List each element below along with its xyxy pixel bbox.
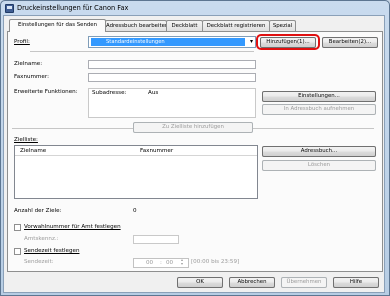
- profile-dropdown[interactable]: Standardeinstellungen ▾: [88, 36, 256, 48]
- tab-special[interactable]: Spezial: [269, 20, 296, 31]
- send-time-hours: 00: [146, 260, 154, 266]
- window-title: Druckeinstellungen für Canon Fax: [17, 4, 129, 12]
- fax-number-input[interactable]: [88, 73, 256, 82]
- send-time-spinner[interactable]: 00 : 00 ▴ ▾: [133, 258, 189, 268]
- column-header-recipient[interactable]: Zielname: [15, 146, 135, 156]
- fax-number-label: Faxnummer:: [14, 74, 49, 80]
- title-bar[interactable]: Druckeinstellungen für Canon Fax: [5, 3, 385, 15]
- destination-list-header: Zielname Faxnummer: [15, 146, 257, 156]
- add-to-list-button[interactable]: Zu Zielliste hinzufügen: [133, 122, 253, 133]
- destination-list-label: Zielliste:: [14, 137, 38, 143]
- add-profile-button[interactable]: Hinzufügen(1)...: [260, 37, 316, 48]
- outside-line-checkbox[interactable]: [14, 224, 21, 231]
- outside-line-checkbox-label: Vorwahlnummer für Amt festlegen: [24, 224, 121, 230]
- cancel-button[interactable]: Abbrechen: [229, 277, 275, 288]
- send-time-field-label: Sendezeit:: [24, 259, 54, 265]
- settings-button[interactable]: Einstellungen...: [262, 91, 376, 102]
- send-time-checkbox-label: Sendezeit festlegen: [24, 248, 80, 254]
- subaddress-label: Subadresse:: [92, 90, 127, 96]
- save-to-addressbook-button[interactable]: In Adressbuch aufnehmen: [262, 104, 376, 115]
- tab-register-cover-sheet[interactable]: Deckblatt registrieren: [202, 20, 270, 31]
- apply-button[interactable]: Übernehmen: [281, 277, 327, 288]
- edit-profile-button[interactable]: Bearbeiten(2)...: [322, 37, 378, 48]
- ok-button[interactable]: OK: [177, 277, 223, 288]
- send-time-checkbox[interactable]: [14, 248, 21, 255]
- help-button[interactable]: Hilfe: [333, 277, 379, 288]
- tab-send-settings[interactable]: Einstellungen für das Senden: [9, 19, 106, 32]
- tab-cover-sheet[interactable]: Deckblatt: [166, 20, 203, 31]
- recipient-name-input[interactable]: [88, 60, 256, 69]
- outside-line-number-input[interactable]: [133, 235, 179, 244]
- delete-button[interactable]: Löschen: [262, 160, 376, 171]
- recipient-name-label: Zielname:: [14, 61, 43, 67]
- chevron-down-icon[interactable]: ▾: [250, 37, 253, 47]
- spinner-down-icon[interactable]: ▾: [181, 262, 183, 266]
- profile-separator: [30, 51, 254, 52]
- destination-count-value: 0: [133, 208, 137, 214]
- subaddress-value: Aus: [148, 90, 159, 96]
- profile-label: Profil:: [14, 39, 30, 45]
- fax-printer-icon: [5, 4, 14, 13]
- destination-count-label: Anzahl der Ziele:: [14, 208, 62, 214]
- profile-selected-value: Standardeinstellungen: [91, 38, 245, 46]
- send-time-colon: :: [160, 260, 162, 266]
- send-time-range-hint: [00:00 bis 23:59]: [191, 259, 240, 265]
- destination-list[interactable]: Zielname Faxnummer: [14, 145, 258, 199]
- column-header-fax[interactable]: Faxnummer: [135, 146, 255, 156]
- send-time-minutes: 00: [166, 260, 174, 266]
- extended-functions-label: Erweiterte Funktionen:: [14, 89, 78, 95]
- tab-edit-addressbook[interactable]: Adressbuch bearbeiten: [105, 20, 168, 31]
- outside-line-number-label: Amtskennz.:: [24, 236, 59, 242]
- address-book-button[interactable]: Adressbuch...: [262, 146, 376, 157]
